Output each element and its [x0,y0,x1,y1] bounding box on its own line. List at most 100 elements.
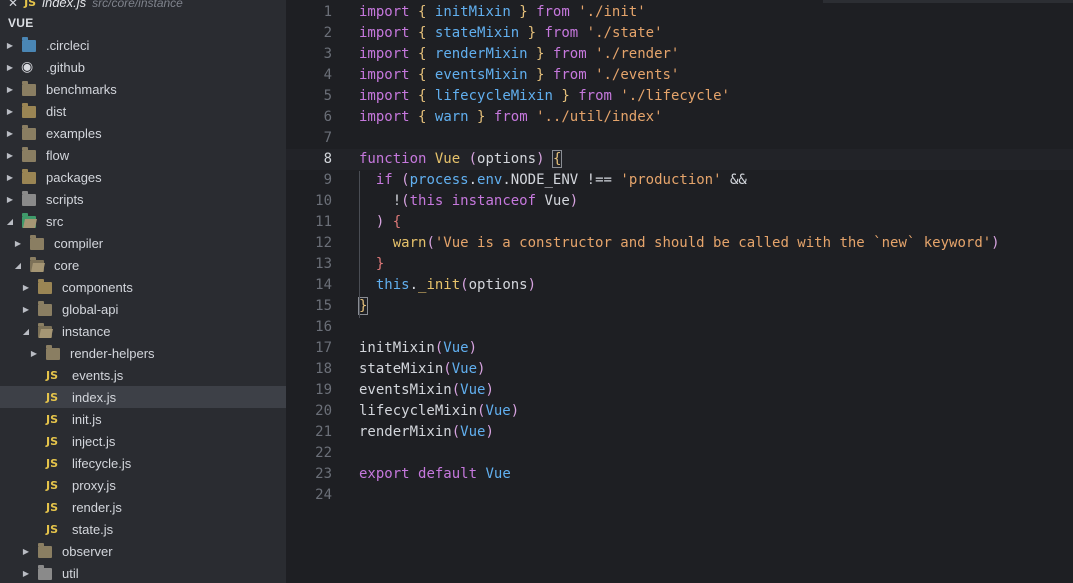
code-line[interactable]: 16 [286,317,1073,338]
file-item-lifecycle-js[interactable]: JS lifecycle.js [0,452,286,474]
code-line[interactable]: 15} [286,296,1073,317]
chevron-right-icon[interactable]: ▶ [4,151,16,160]
line-number: 3 [323,46,332,62]
chevron-down-icon[interactable]: ◢ [12,261,24,270]
folder-item-util[interactable]: ▶ util [0,562,286,583]
code-line[interactable]: 17 initMixin(Vue) [286,338,1073,359]
folder-item-components[interactable]: ▶ components [0,276,286,298]
code-token: ) [485,424,494,440]
chevron-right-icon[interactable]: ▶ [4,41,16,50]
line-number: 12 [315,235,332,251]
folder-item-circleci[interactable]: ▶ .circleci [0,34,286,56]
chevron-right-icon[interactable]: ▶ [4,85,16,94]
folder-item-compiler[interactable]: ▶ compiler [0,232,286,254]
file-item-events-js[interactable]: JS events.js [0,364,286,386]
line-number: 21 [315,424,332,440]
folder-item-core[interactable]: ◢ core [0,254,286,276]
code-token: renderMixin [434,46,528,62]
folder-item-observer[interactable]: ▶ observer [0,540,286,562]
file-item-index-js[interactable]: JS index.js [0,386,286,408]
code-line[interactable]: 11 ) { [286,212,1073,233]
code-token: initMixin [359,340,435,356]
close-icon[interactable]: ✕ [8,0,18,10]
code-line[interactable]: 3 import { renderMixin } from './render' [286,44,1073,65]
chevron-right-icon[interactable]: ▶ [4,129,16,138]
code-line[interactable]: 24 [286,485,1073,506]
line-code: import { renderMixin } from './render' [359,44,679,65]
folder-item-flow[interactable]: ▶ flow [0,144,286,166]
code-line[interactable]: 14 this._init(options) [286,275,1073,296]
file-item-render-js[interactable]: JS render.js [0,496,286,518]
file-item-inject-js[interactable]: JS inject.js [0,430,286,452]
tree-item-label: src [46,213,64,229]
chevron-right-icon[interactable]: ▶ [20,305,32,314]
code-token: eventsMixin [434,67,528,83]
chevron-right-icon[interactable]: ▶ [20,283,32,292]
file-item-init-js[interactable]: JS init.js [0,408,286,430]
chevron-down-icon[interactable]: ◢ [4,217,16,226]
code-line[interactable]: 1 import { initMixin } from './init' [286,2,1073,23]
code-line[interactable]: 22 [286,443,1073,464]
open-editor-tab[interactable]: ✕ JS index.js src/core/instance [0,0,286,12]
code-line[interactable]: 18 stateMixin(Vue) [286,359,1073,380]
code-editor[interactable]: 1 import { initMixin } from './init' 2 impo… [286,0,1073,583]
code-token: ( [451,424,461,440]
code-line[interactable]: 7 [286,128,1073,149]
tree-item-label: state.js [72,521,114,537]
folder-item-scripts[interactable]: ▶ scripts [0,188,286,210]
folder-item-benchmarks[interactable]: ▶ benchmarks [0,78,286,100]
js-file-icon: JS [46,478,59,492]
folder-item-dist[interactable]: ▶ dist [0,100,286,122]
code-token: } [561,88,570,104]
code-line[interactable]: 23 export default Vue [286,464,1073,485]
line-code: export default Vue [359,464,511,485]
line-number: 11 [315,214,332,230]
tree-item-label: scripts [46,191,84,207]
folder-item-packages[interactable]: ▶ packages [0,166,286,188]
folder-item-global-api[interactable]: ▶ global-api [0,298,286,320]
chevron-right-icon[interactable]: ▶ [12,239,24,248]
folder-item-render-helpers[interactable]: ▶ render-helpers [0,342,286,364]
folder-item-github[interactable]: ▶ ◉ .github [0,56,286,78]
code-token: default [418,466,478,482]
code-line[interactable]: 5 import { lifecycleMixin } from './lifec… [286,86,1073,107]
chevron-right-icon[interactable]: ▶ [20,569,32,578]
explorer-section-title[interactable]: VUE [0,12,286,34]
code-line[interactable]: 6 import { warn } from '../util/index' [286,107,1073,128]
code-line[interactable]: 4 import { eventsMixin } from './events' [286,65,1073,86]
line-code: function Vue (options) { [359,149,563,170]
folder-item-examples[interactable]: ▶ examples [0,122,286,144]
code-token: . [409,277,419,293]
chevron-right-icon[interactable]: ▶ [4,173,16,182]
code-line[interactable]: 20 lifecycleMixin(Vue) [286,401,1073,422]
code-line[interactable]: 13 } [286,254,1073,275]
line-code: lifecycleMixin(Vue) [359,401,519,422]
folder-item-instance[interactable]: ◢ instance [0,320,286,342]
code-token: from [493,109,528,125]
code-line[interactable]: 2 import { stateMixin } from './state' [286,23,1073,44]
code-line[interactable]: 10 !(this instanceof Vue) [286,191,1073,212]
chevron-right-icon[interactable]: ▶ [20,547,32,556]
chevron-right-icon[interactable]: ▶ [4,107,16,116]
code-token: && [729,172,747,188]
github-icon: ◉ [21,59,36,74]
chevron-down-icon[interactable]: ◢ [20,327,32,336]
tree-item-label: inject.js [72,433,116,449]
chevron-right-icon[interactable]: ▶ [4,195,16,204]
code-line[interactable]: 19 eventsMixin(Vue) [286,380,1073,401]
code-line[interactable]: 12 warn('Vue is a constructor and should… [286,233,1073,254]
tree-item-label: core [54,257,80,273]
code-line[interactable]: 21 renderMixin(Vue) [286,422,1073,443]
file-item-proxy-js[interactable]: JS proxy.js [0,474,286,496]
chevron-right-icon[interactable]: ▶ [28,349,40,358]
file-item-state-js[interactable]: JS state.js [0,518,286,540]
code-line[interactable]: 8 function Vue (options) { [286,149,1073,170]
code-line[interactable]: 9 if (process.env.NODE_ENV !== 'producti… [286,170,1073,191]
folder-item-src[interactable]: ◢ src [0,210,286,232]
chevron-right-icon[interactable]: ▶ [4,63,16,72]
tree-item-label: util [62,565,79,581]
